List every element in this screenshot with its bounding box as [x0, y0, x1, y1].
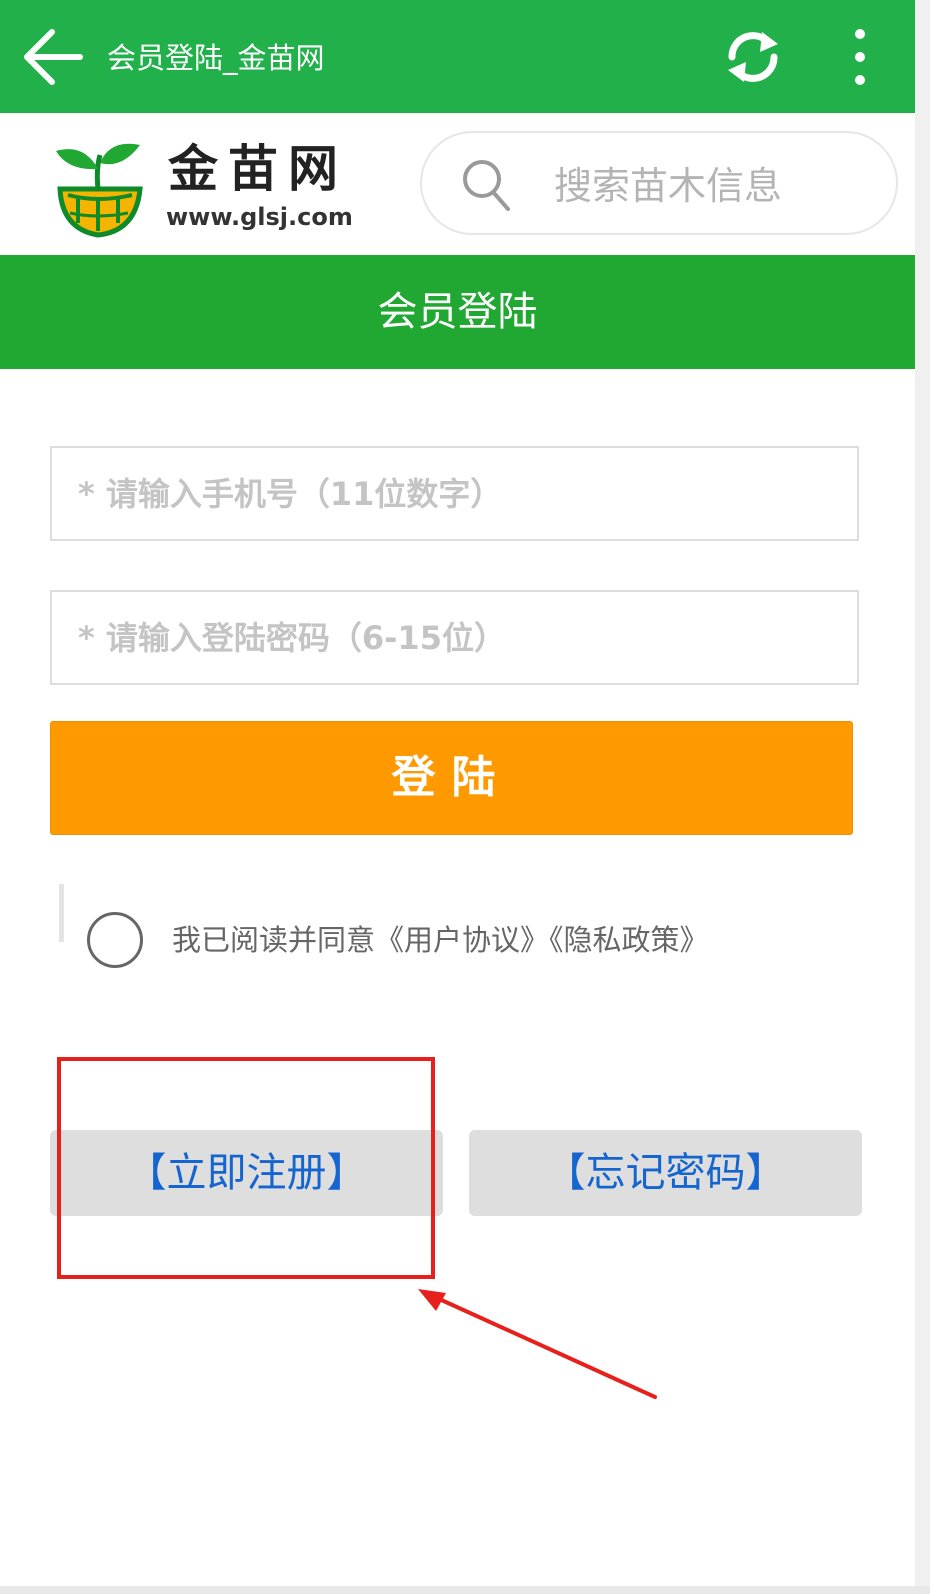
divider	[59, 884, 64, 942]
user-agreement-link[interactable]: 《用户协议》	[375, 923, 549, 957]
section-title: 会员登陆	[377, 289, 538, 335]
section-bar: 会员登陆	[0, 255, 915, 369]
page-title: 会员登陆_金苗网	[107, 41, 325, 75]
forgot-password-button[interactable]: 【忘记密码】	[469, 1130, 862, 1216]
agreement-prefix: 我已阅读并同意	[172, 923, 376, 957]
more-menu-button[interactable]	[840, 26, 880, 88]
annotation-arrow-icon	[418, 1289, 657, 1399]
search-input[interactable]	[552, 157, 876, 215]
password-input[interactable]	[50, 590, 859, 685]
privacy-policy-link[interactable]: 《隐私政策》	[549, 923, 709, 957]
site-logo[interactable]: 金苗网 www.glsj.com	[48, 139, 353, 239]
logo-text: 金苗网	[168, 140, 348, 198]
site-header: 金苗网 www.glsj.com	[0, 113, 915, 255]
agreement-text: 我已阅读并同意《用户协议》《隐私政策》	[172, 920, 709, 960]
window-edge	[915, 0, 930, 1594]
search-icon	[463, 160, 510, 211]
phone-input[interactable]	[50, 446, 859, 541]
back-button[interactable]	[18, 22, 88, 92]
app-bar: 会员登陆_金苗网	[0, 0, 915, 113]
window-bottom-edge	[0, 1586, 930, 1594]
refresh-button[interactable]	[722, 26, 784, 88]
search-box[interactable]	[420, 131, 898, 235]
register-button[interactable]: 【立即注册】	[50, 1130, 443, 1216]
login-button[interactable]: 登陆	[50, 721, 853, 835]
logo-url: www.glsj.com	[166, 203, 353, 231]
refresh-icon	[728, 32, 778, 82]
seedling-logo-icon	[56, 143, 143, 238]
more-vert-icon	[855, 29, 865, 85]
agree-radio[interactable]	[87, 912, 143, 968]
arrow-left-icon	[24, 29, 83, 85]
